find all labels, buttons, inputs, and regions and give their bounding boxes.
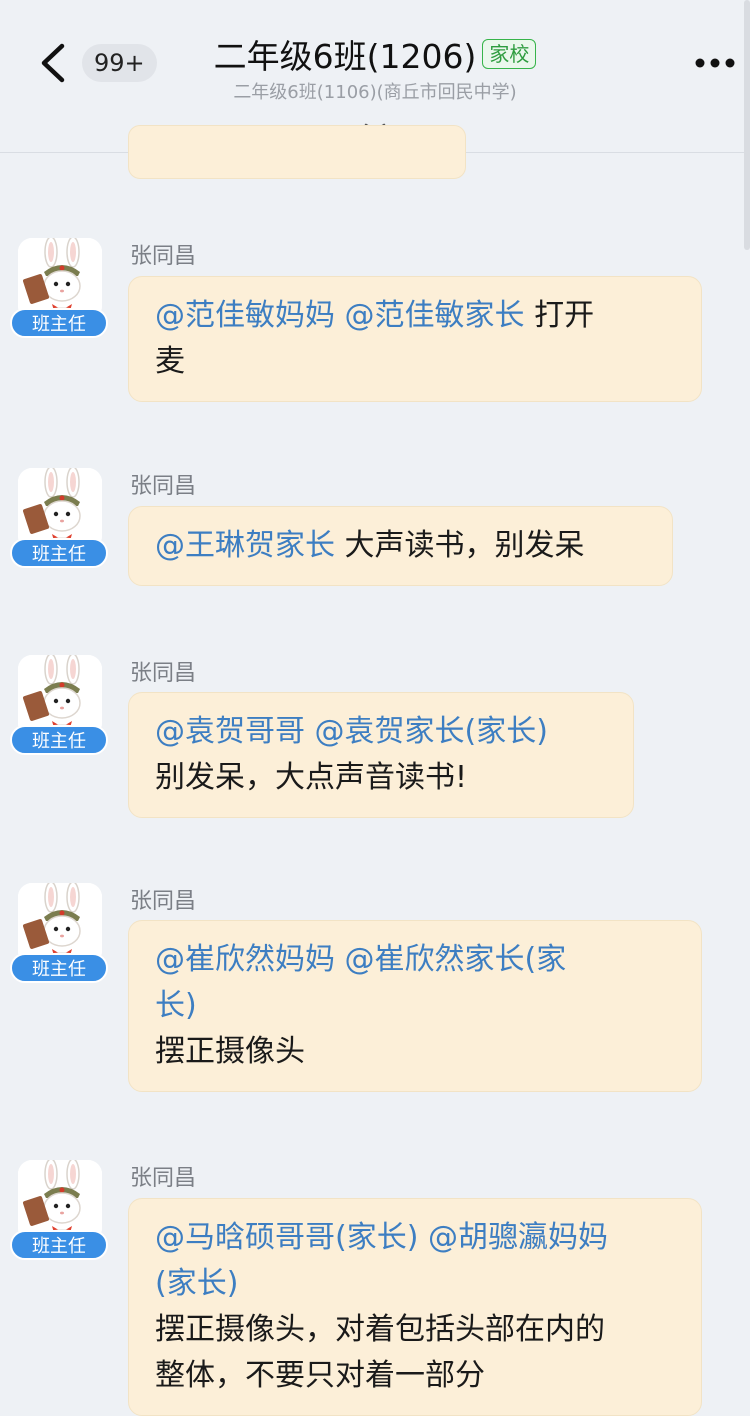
mention-link[interactable]: @袁贺哥哥 @袁贺家长(家长) [155, 714, 548, 749]
message-text: 摆正摄像头 [155, 1034, 305, 1069]
message-text: 整体，不要只对着一部分 [155, 1358, 485, 1393]
chat-subtitle: 二年级6班(1106)(商丘市回民中学) [233, 82, 517, 103]
role-badge: 班主任 [10, 725, 108, 755]
role-badge: 班主任 [10, 308, 108, 338]
mention-link[interactable]: @范佳敏妈妈 @范佳敏家长 [155, 298, 525, 333]
previous-message-bubble [128, 125, 466, 179]
chat-title-row[interactable]: 二年级6班(1206) 家校 [0, 30, 750, 78]
mention-link[interactable]: 长) [155, 988, 197, 1023]
more-dots-icon[interactable] [692, 48, 738, 78]
message-line: 麦 [155, 339, 675, 385]
message-line: @范佳敏妈妈 @范佳敏家长 打开 [155, 293, 675, 339]
message-line: 别发呆，大点声音读书! [155, 755, 607, 801]
message-line: @王琳贺家长 大声读书，别发呆 [155, 523, 646, 569]
message-line: (家长) [155, 1261, 675, 1307]
chat-type-tag: 家校 [482, 39, 537, 69]
message-line: 整体，不要只对着一部分 [155, 1353, 675, 1399]
mention-link[interactable]: @王琳贺家长 [155, 528, 335, 563]
message-line: 摆正摄像头 [155, 1029, 675, 1075]
role-badge: 班主任 [10, 953, 108, 983]
message-text: 摆正摄像头，对着包括头部在内的 [155, 1312, 605, 1347]
message-line: 摆正摄像头，对着包括头部在内的 [155, 1307, 675, 1353]
message-text: 麦 [155, 344, 185, 379]
sender-name: 张同昌 [130, 661, 197, 686]
message-line: @袁贺哥哥 @袁贺家长(家长) [155, 709, 607, 755]
mention-link[interactable]: (家长) [155, 1266, 238, 1301]
mention-link[interactable]: @崔欣然妈妈 @崔欣然家长(家 [155, 942, 566, 977]
sender-name: 张同昌 [130, 889, 197, 914]
sender-name: 张同昌 [130, 244, 197, 269]
message-text: 别发呆，大点声音读书! [155, 760, 468, 795]
scrollbar-thumb[interactable] [744, 0, 750, 250]
message-text: 打开 [524, 298, 595, 333]
chat-title: 二年级6班(1206) [213, 37, 477, 76]
message-bubble[interactable]: @袁贺哥哥 @袁贺家长(家长) 别发呆，大点声音读书! [128, 692, 634, 818]
sender-name: 张同昌 [130, 1166, 197, 1191]
message-line: 长) [155, 983, 675, 1029]
sender-name: 张同昌 [130, 474, 197, 499]
message-text: 大声读书，别发呆 [335, 528, 585, 563]
message-line: @崔欣然妈妈 @崔欣然家长(家 [155, 937, 675, 983]
message-bubble[interactable]: @马晗硕哥哥(家长) @胡骢瀛妈妈 (家长) 摆正摄像头，对着包括头部在内的 整体，不… [128, 1198, 702, 1416]
message-bubble[interactable]: @崔欣然妈妈 @崔欣然家长(家 长) 摆正摄像头 [128, 920, 702, 1092]
message-line: @马晗硕哥哥(家长) @胡骢瀛妈妈 [155, 1215, 675, 1261]
role-badge: 班主任 [10, 1230, 108, 1260]
mention-link[interactable]: @马晗硕哥哥(家长) @胡骢瀛妈妈 [155, 1220, 608, 1255]
role-badge: 班主任 [10, 538, 108, 568]
message-bubble[interactable]: @范佳敏妈妈 @范佳敏家长 打开麦 [128, 276, 702, 402]
message-bubble[interactable]: @王琳贺家长 大声读书，别发呆 [128, 506, 673, 586]
